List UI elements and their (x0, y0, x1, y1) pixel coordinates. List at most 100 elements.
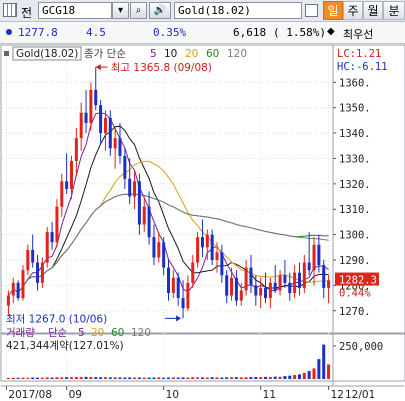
price-tick-label: 1340. (339, 128, 371, 140)
candle-body (137, 181, 141, 225)
volume-bar (273, 376, 277, 379)
candle-body (225, 275, 229, 296)
volume-ma-legend-60: 60 (111, 327, 124, 339)
volume-bar (133, 377, 137, 379)
hc-label: HC:-6.11 (337, 61, 388, 73)
volume-bar (302, 373, 306, 379)
candle-body (297, 272, 301, 288)
volume-bar (84, 376, 88, 379)
tab-minute[interactable]: 분 (383, 1, 405, 20)
volume-bar (162, 377, 166, 379)
speaker-icon[interactable]: 🔊 (149, 2, 171, 19)
candle-body (293, 272, 297, 293)
candle-body (99, 105, 103, 134)
volume-bar (200, 377, 204, 379)
volume-bar (103, 377, 107, 379)
dropdown-arrow-icon[interactable]: ▾ (112, 2, 129, 19)
volume-bar (181, 377, 185, 379)
price-tick-label: 1350. (339, 103, 371, 115)
candle-body (181, 298, 185, 309)
volume-bar (31, 377, 35, 379)
tab-daily[interactable]: 일 (323, 1, 343, 20)
candle-body (11, 282, 15, 296)
quote-bar: 1277.8 4.5 0.35% 6,618 ( 1.58%) ◆ 최우선 (0, 22, 405, 44)
candle-body (200, 237, 204, 248)
candle-body (26, 249, 30, 271)
candle-body (283, 275, 287, 283)
candle-body (79, 112, 83, 139)
candle-body (128, 178, 132, 197)
grid-icon[interactable] (3, 3, 17, 17)
high-annotation: 최고 1365.8 (09/08) (111, 62, 212, 74)
current-price: 1277.8 (18, 26, 58, 39)
volume-tick-label: 250,000 (339, 341, 383, 353)
time-tick-label: 11 (263, 389, 276, 401)
candle-body (147, 206, 151, 238)
candle-body (273, 282, 277, 291)
current-price-tag-label: 1282.3 (339, 275, 377, 287)
volume-bar (171, 377, 175, 379)
volume-bar (264, 376, 268, 379)
volume-legend-title: 거래량 (6, 327, 35, 339)
candle-body (254, 285, 258, 296)
candle-body (205, 234, 209, 248)
volume-bar (225, 377, 229, 379)
volume-bar (21, 377, 25, 379)
volume-bar (322, 344, 326, 379)
candle-body (210, 234, 214, 260)
candle-body (133, 181, 137, 197)
checkbox-icon[interactable] (305, 4, 318, 17)
volume-ma-legend-120: 120 (131, 327, 151, 339)
lc-label: LC:1.21 (337, 48, 381, 60)
volume-bar (259, 377, 263, 379)
candle-body (312, 244, 316, 271)
volume-value: 6,618 (233, 26, 267, 39)
volume-bar (40, 377, 44, 379)
candle-body (186, 282, 190, 309)
volume-bar (307, 371, 311, 379)
search-icon[interactable]: ⌕ (130, 2, 147, 19)
candle-body (234, 277, 238, 301)
tab-weekly[interactable]: 주 (343, 1, 363, 20)
volume-bar (215, 377, 219, 379)
price-chart[interactable]: 1270.1280.1290.1300.1310.1320.1330.1340.… (0, 44, 405, 401)
quote-sort-icon[interactable]: ◆ (327, 26, 335, 37)
candle-body (21, 270, 25, 299)
candle-body (118, 138, 122, 156)
candle-body (113, 138, 117, 149)
price-tick-label: 1330. (339, 153, 371, 165)
volume-bar (142, 377, 146, 379)
candle-body (157, 242, 161, 258)
candle-body (302, 262, 306, 288)
volume-bar (312, 368, 316, 379)
volume-bar (94, 377, 98, 379)
volume-bar (45, 377, 49, 379)
volume-bar (268, 377, 272, 379)
candle-body (6, 295, 10, 306)
candle-body (230, 277, 234, 296)
volume-bar (191, 377, 195, 379)
candle-body (171, 277, 175, 293)
candle-body (103, 117, 107, 134)
candle-body (123, 155, 127, 179)
volume-bar (196, 377, 200, 379)
candle-body (16, 282, 20, 299)
candle-body (142, 206, 146, 225)
volume-bar (210, 377, 214, 379)
candle-body (249, 267, 253, 286)
tab-monthly[interactable]: 월 (363, 1, 383, 20)
ma-legend-title: 종가 단순 (84, 48, 126, 60)
price-tick-label: 1360. (339, 77, 371, 89)
quote-pin-icon (6, 29, 12, 35)
volume-bar (108, 377, 112, 379)
candle-body (166, 267, 171, 293)
volume-bar (249, 377, 253, 379)
volume-bar (254, 377, 258, 379)
volume-bar (99, 377, 103, 379)
low-annotation: 최저 1267.0 (10/06) (6, 313, 107, 325)
volume-bar (157, 377, 161, 379)
candle-body (268, 282, 272, 299)
volume-bar (128, 377, 132, 379)
time-tick-label: 12/01 (345, 389, 375, 401)
symbol-code-input[interactable]: GCG18 (38, 2, 112, 19)
